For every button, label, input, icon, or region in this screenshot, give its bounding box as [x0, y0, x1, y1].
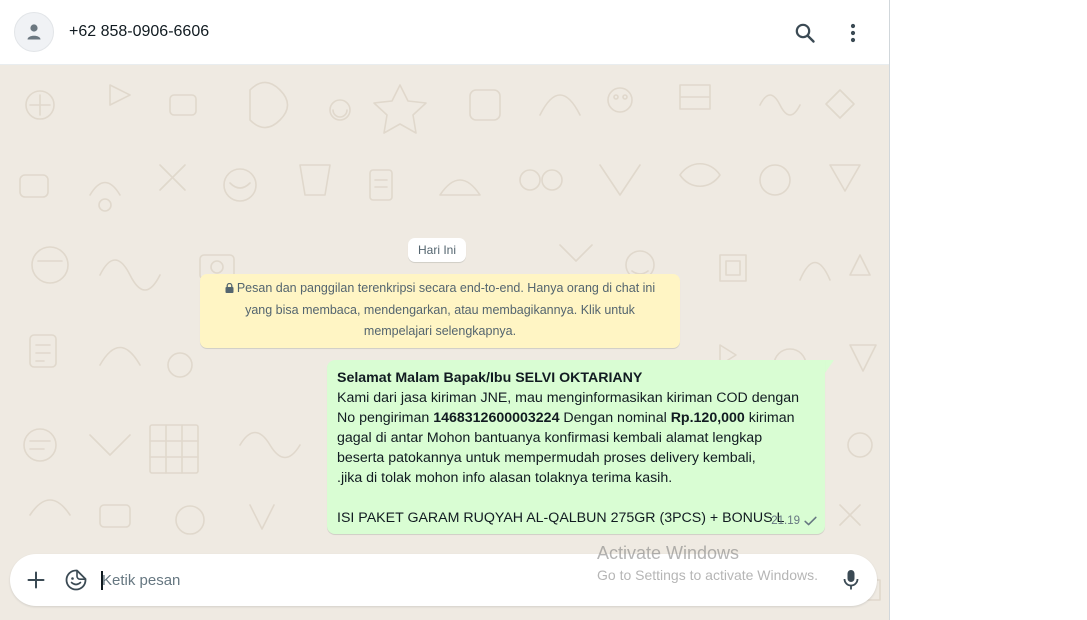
encryption-notice-line: Pesan dan panggilan terenkripsi secara e…	[214, 278, 666, 300]
encryption-notice-text: Pesan dan panggilan terenkripsi secara e…	[236, 281, 656, 295]
search-button[interactable]	[792, 20, 818, 46]
contact-avatar[interactable]	[14, 12, 54, 52]
menu-button[interactable]	[840, 20, 866, 46]
watermark-title: Activate Windows	[597, 543, 740, 563]
chat-header: +62 858-0906-6606	[0, 0, 889, 65]
contact-name[interactable]: +62 858-0906-6606	[69, 23, 209, 41]
message-time: 21.19	[771, 515, 800, 527]
whatsapp-chat-window: +62 858-0906-6606 Hari Ini Pesan dan pan…	[0, 0, 890, 620]
message-line: .jika di tolak mohon info alasan tolakny…	[337, 470, 673, 486]
encryption-notice[interactable]: Pesan dan panggilan terenkripsi secara e…	[200, 274, 680, 348]
message-blank-line	[337, 488, 815, 508]
message-line: beserta patokannya untuk mempermudah pro…	[337, 450, 756, 466]
message-meta: 21.19	[771, 511, 817, 531]
encryption-notice-line: mempelajari selengkapnya.	[363, 324, 517, 338]
plus-icon	[27, 571, 45, 589]
encryption-notice-line: yang bisa membaca, mendengarkan, atau me…	[245, 303, 635, 317]
message-line: No pengiriman 1468312600003224 Dengan no…	[337, 410, 795, 426]
microphone-icon	[843, 570, 859, 590]
message-greeting: Selamat Malam Bapak/Ibu SELVI OKTARIANY	[337, 370, 643, 386]
search-icon	[795, 23, 815, 43]
sticker-button[interactable]	[63, 567, 89, 593]
cod-amount: Rp.120,000	[670, 410, 745, 426]
sticker-icon	[65, 569, 87, 591]
outgoing-message-bubble[interactable]: Selamat Malam Bapak/Ibu SELVI OKTARIANY …	[327, 360, 825, 534]
message-line: Kami dari jasa kiriman JNE, mau menginfo…	[337, 390, 800, 406]
date-divider: Hari Ini	[408, 238, 467, 262]
message-input[interactable]	[102, 564, 582, 596]
voice-message-button[interactable]	[838, 567, 864, 593]
single-check-icon	[804, 516, 817, 526]
vertical-dots-icon	[850, 23, 856, 43]
watermark-subtitle: Go to Settings to activate Windows.	[597, 567, 818, 583]
message-line: ISI PAKET GARAM RUQYAH AL-QALBUN 275GR (…	[337, 510, 785, 526]
chat-area[interactable]: Hari Ini Pesan dan panggilan terenkripsi…	[0, 65, 889, 620]
lock-icon	[225, 279, 234, 300]
attach-button[interactable]	[23, 567, 49, 593]
default-avatar-icon	[27, 24, 41, 40]
message-line: gagal di antar Mohon bantuanya konfirmas…	[337, 430, 763, 446]
windows-activation-watermark: Activate Windows Go to Settings to activ…	[597, 542, 818, 586]
bubble-tail	[825, 360, 834, 373]
tracking-number: 1468312600003224	[433, 410, 560, 426]
